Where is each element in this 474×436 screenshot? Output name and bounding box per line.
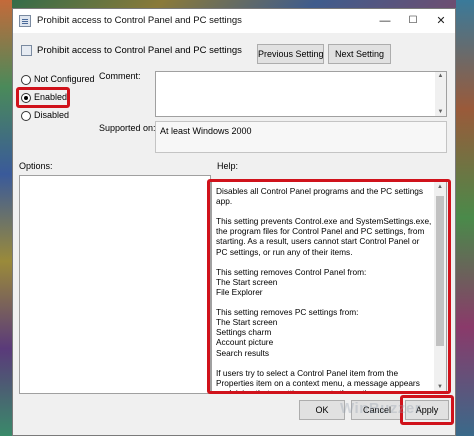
not-configured-label: Not Configured — [34, 74, 95, 84]
radio-circle-icon — [21, 111, 31, 121]
window-title: Prohibit access to Control Panel and PC … — [37, 15, 242, 26]
title-bar[interactable]: Prohibit access to Control Panel and PC … — [13, 9, 455, 33]
close-button[interactable]: ✕ — [427, 9, 455, 33]
options-panel — [19, 175, 211, 394]
previous-setting-button[interactable]: Previous Setting — [257, 44, 324, 64]
minimize-button[interactable]: — — [371, 9, 399, 33]
watermark: WinBuzzer — [340, 400, 422, 417]
supported-on-label: Supported on: — [99, 123, 156, 133]
desktop-wallpaper-right — [456, 0, 474, 436]
help-highlight-box — [207, 179, 451, 394]
enabled-highlight-box — [16, 87, 70, 108]
policy-icon — [19, 15, 31, 27]
comment-field[interactable]: ▲ ▼ — [155, 71, 447, 117]
desktop-wallpaper-left — [0, 0, 12, 436]
scroll-up-icon[interactable]: ▲ — [435, 73, 446, 79]
scroll-down-icon[interactable]: ▼ — [435, 109, 446, 115]
radio-circle-icon — [21, 75, 31, 85]
maximize-button[interactable]: ☐ — [399, 9, 427, 33]
disabled-label: Disabled — [34, 110, 70, 120]
help-label: Help: — [217, 161, 239, 171]
ok-button[interactable]: OK — [299, 400, 345, 420]
options-label: Options: — [19, 161, 53, 171]
policy-name: Prohibit access to Control Panel and PC … — [37, 45, 242, 56]
supported-on-field: At least Windows 2000 — [155, 121, 447, 153]
comment-label: Comment: — [99, 71, 141, 81]
comment-scrollbar[interactable]: ▲ ▼ — [435, 72, 446, 116]
setting-icon — [21, 45, 32, 56]
next-setting-button[interactable]: Next Setting — [328, 44, 391, 64]
policy-dialog: Prohibit access to Control Panel and PC … — [12, 8, 456, 436]
supported-on-value: At least Windows 2000 — [160, 126, 252, 136]
